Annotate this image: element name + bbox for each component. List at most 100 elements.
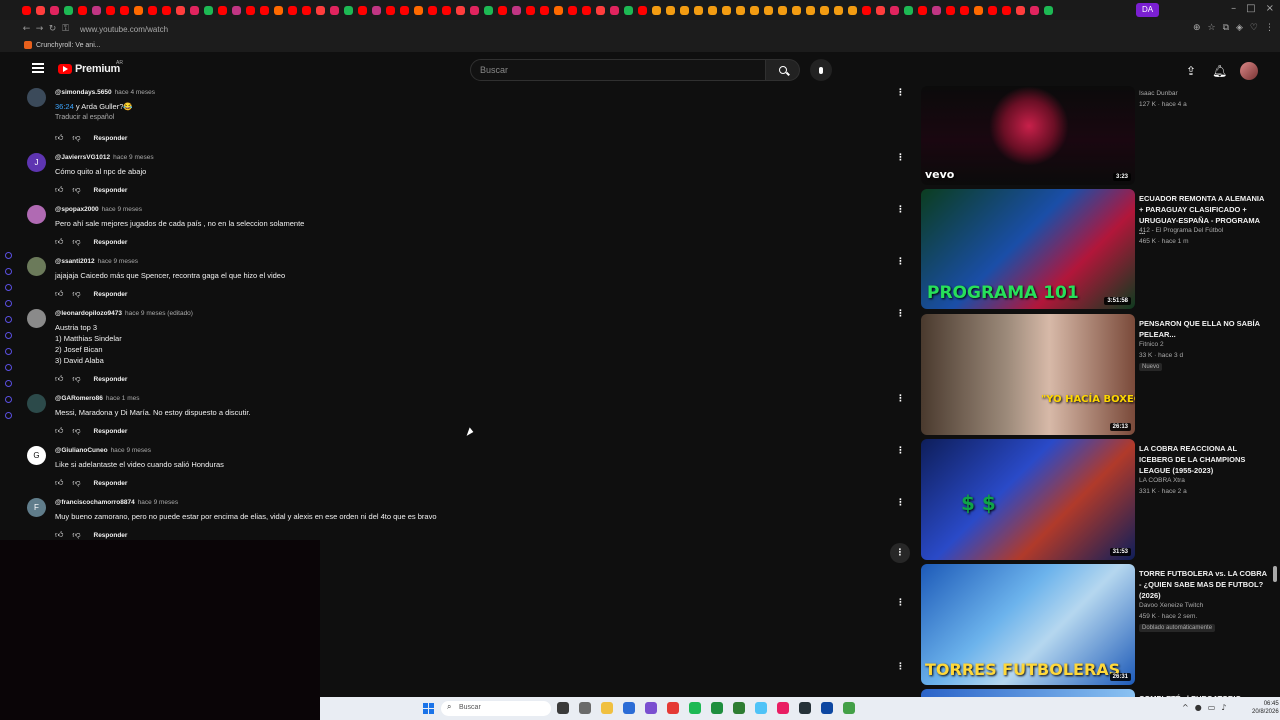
tab-favicon-icon[interactable] xyxy=(428,5,437,15)
taskbar-app-icon[interactable] xyxy=(777,702,789,714)
sidebar-app-icon[interactable] xyxy=(4,396,12,403)
bell-icon[interactable]: 🔔︎ xyxy=(1212,64,1227,78)
tab-favicon-icon[interactable] xyxy=(512,5,521,15)
url-field[interactable]: www.youtube.com/watch xyxy=(80,25,168,34)
channel-name[interactable]: Davoo Xeneize Twitch xyxy=(1139,602,1203,609)
upload-icon[interactable]: ⇪ xyxy=(1184,64,1198,78)
like-icon[interactable]: 👍︎ xyxy=(55,237,63,247)
video-thumbnail[interactable]: vevo 3:23 xyxy=(921,86,1135,185)
sidebar-app-icon[interactable] xyxy=(4,412,12,419)
sidebar-app-icon[interactable] xyxy=(4,316,12,323)
taskbar-app-icon[interactable] xyxy=(623,702,635,714)
tab-favicon-icon[interactable] xyxy=(974,5,983,15)
channel-name[interactable]: 412 - El Programa Del Fútbol xyxy=(1139,227,1223,234)
avatar[interactable] xyxy=(27,205,46,224)
tab-favicon-icon[interactable] xyxy=(148,5,157,15)
tab-favicon-icon[interactable] xyxy=(890,5,899,15)
bookmark-crunchyroll[interactable]: Crunchyroll: Ve ani... xyxy=(36,42,101,49)
taskbar-app-icon[interactable] xyxy=(689,702,701,714)
taskbar-app-icon[interactable] xyxy=(755,702,767,714)
tab-favicon-icon[interactable] xyxy=(722,5,731,15)
taskbar-app-icon[interactable] xyxy=(733,702,745,714)
sidebar-app-icon[interactable] xyxy=(4,380,12,387)
tab-favicon-icon[interactable] xyxy=(596,5,605,15)
minimize-icon[interactable]: – xyxy=(1231,3,1236,14)
avatar[interactable] xyxy=(27,257,46,276)
tab-favicon-icon[interactable] xyxy=(162,5,171,15)
comment-time[interactable]: hace 9 meses xyxy=(113,154,153,161)
tab-favicon-icon[interactable] xyxy=(834,5,843,15)
tab-favicon-icon[interactable] xyxy=(246,5,255,15)
like-icon[interactable]: 👍︎ xyxy=(55,133,63,143)
tab-favicon-icon[interactable] xyxy=(610,5,619,15)
menu-icon[interactable]: ⋮ xyxy=(1265,23,1274,33)
reload-icon[interactable]: ↻ xyxy=(46,24,59,34)
more-options-icon[interactable]: ⋮ xyxy=(896,498,905,508)
comment-time[interactable]: hace 9 meses xyxy=(138,499,178,506)
sidebar-app-icon[interactable] xyxy=(4,364,12,371)
tab-favicon-icon[interactable] xyxy=(386,5,395,15)
tab-favicon-icon[interactable] xyxy=(652,5,661,15)
tab-favicon-icon[interactable] xyxy=(456,5,465,15)
tab-favicon-icon[interactable] xyxy=(1016,5,1025,15)
tab-favicon-icon[interactable] xyxy=(736,5,745,15)
taskbar-app-icon[interactable] xyxy=(667,702,679,714)
tab-favicon-icon[interactable] xyxy=(106,5,115,15)
tab-favicon-icon[interactable] xyxy=(554,5,563,15)
tab-favicon-icon[interactable] xyxy=(260,5,269,15)
tab-favicon-icon[interactable] xyxy=(36,5,45,15)
reply-button[interactable]: Responder xyxy=(94,291,128,298)
tab-favicon-icon[interactable] xyxy=(624,5,633,15)
dislike-icon[interactable]: 👎︎ xyxy=(72,530,80,540)
more-options-icon[interactable]: ⋮ xyxy=(896,88,905,98)
shield-icon[interactable]: ◈ xyxy=(1236,23,1243,33)
menu-icon[interactable] xyxy=(32,63,44,73)
tab-favicon-icon[interactable] xyxy=(918,5,927,15)
tab-favicon-icon[interactable] xyxy=(190,5,199,15)
comment-time[interactable]: hace 1 mes xyxy=(106,395,140,402)
more-options-icon[interactable]: ⋮ xyxy=(896,153,905,163)
channel-name[interactable]: LA COBRA Xtra xyxy=(1139,477,1185,484)
comment-author[interactable]: @leonardopilozo9473 xyxy=(55,310,122,317)
network-icon[interactable]: ▭ xyxy=(1208,703,1216,712)
comment-time[interactable]: hace 9 meses xyxy=(111,447,151,454)
tab-favicon-icon[interactable] xyxy=(960,5,969,15)
reply-button[interactable]: Responder xyxy=(94,239,128,246)
reply-button[interactable]: Responder xyxy=(94,187,128,194)
video-thumbnail[interactable]: $ $ 31:53 xyxy=(921,439,1135,560)
youtube-logo[interactable]: Premium xyxy=(58,63,120,75)
tab-favicon-icon[interactable] xyxy=(680,5,689,15)
dislike-icon[interactable]: 👎︎ xyxy=(72,185,80,195)
tab-favicon-icon[interactable] xyxy=(232,5,241,15)
sidebar-app-icon[interactable] xyxy=(4,252,12,259)
comment-time[interactable]: hace 9 meses xyxy=(102,206,142,213)
channel-name[interactable]: Fitnico 2 xyxy=(1139,341,1164,348)
sidebar-app-icon[interactable] xyxy=(4,348,12,355)
more-options-icon[interactable]: ⋮ xyxy=(896,257,905,267)
more-options-icon[interactable]: ⋮ xyxy=(896,446,905,456)
tab-favicon-icon[interactable] xyxy=(848,5,857,15)
tab-favicon-icon[interactable] xyxy=(820,5,829,15)
video-title[interactable]: PENSARON QUE ELLA NO SABÍA PELEAR... xyxy=(1139,318,1267,340)
heart-icon[interactable]: ♡ xyxy=(1250,23,1258,33)
avatar[interactable] xyxy=(1240,62,1258,80)
more-options-icon[interactable]: ⋮ xyxy=(896,205,905,215)
mic-icon[interactable]: ● xyxy=(1195,703,1202,712)
volume-icon[interactable]: ♪ xyxy=(1221,703,1226,712)
tab-favicon-icon[interactable] xyxy=(792,5,801,15)
tab-favicon-icon[interactable] xyxy=(22,5,31,15)
tab-favicon-icon[interactable] xyxy=(120,5,129,15)
avatar[interactable] xyxy=(27,309,46,328)
dislike-icon[interactable]: 👎︎ xyxy=(72,289,80,299)
dislike-icon[interactable]: 👎︎ xyxy=(72,374,80,384)
reply-button[interactable]: Responder xyxy=(94,135,128,142)
tab-favicon-icon[interactable] xyxy=(78,5,87,15)
avatar[interactable] xyxy=(27,394,46,413)
tab-favicon-icon[interactable] xyxy=(316,5,325,15)
tab-favicon-icon[interactable] xyxy=(638,5,647,15)
voice-search-button[interactable] xyxy=(810,59,832,81)
comment-author[interactable]: @simondays.5650 xyxy=(55,89,112,96)
tab-favicon-icon[interactable] xyxy=(694,5,703,15)
taskbar-app-icon[interactable] xyxy=(711,702,723,714)
tab-favicon-icon[interactable] xyxy=(50,5,59,15)
